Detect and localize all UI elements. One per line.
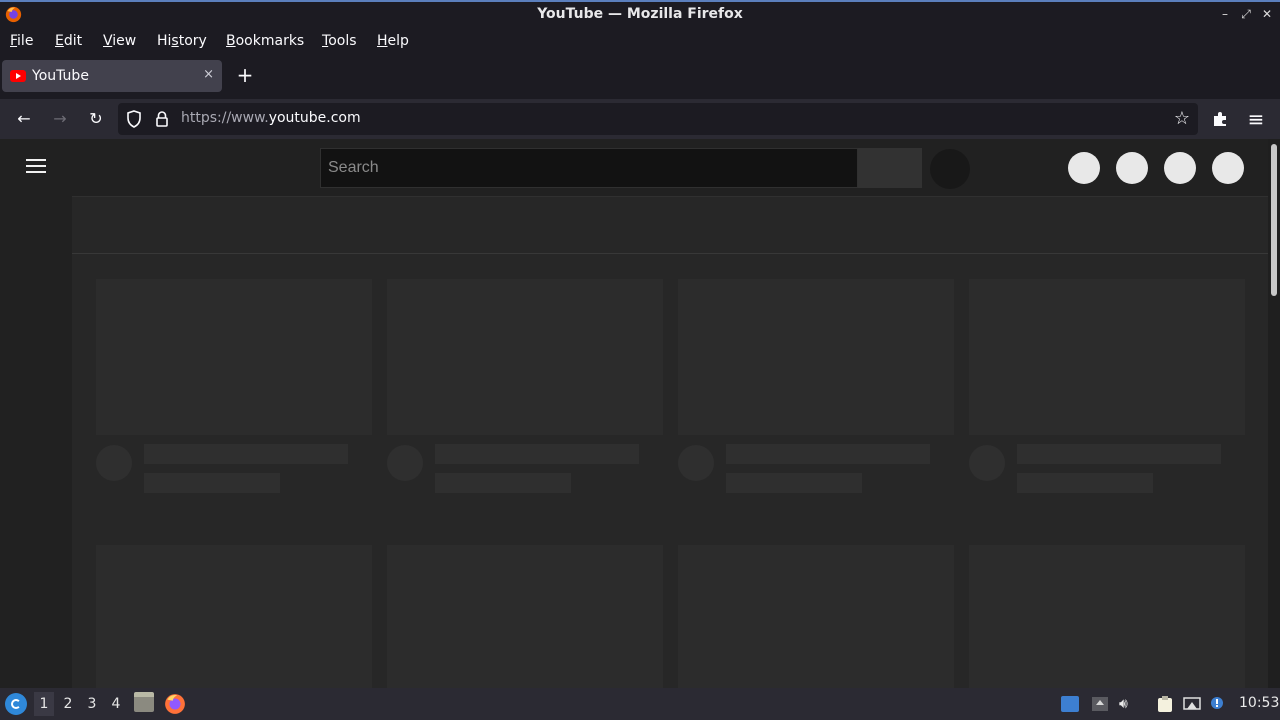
tab-label: YouTube <box>32 68 89 84</box>
video-thumbnail-placeholder <box>678 545 954 688</box>
header-placeholder-circle[interactable] <box>1164 152 1196 184</box>
meta-line-placeholder <box>144 473 280 493</box>
title-line-placeholder <box>1017 444 1221 464</box>
workspace-2[interactable]: 2 <box>58 692 78 716</box>
maximize-button[interactable]: ⤢ <box>1239 7 1253 21</box>
new-tab-button[interactable]: + <box>234 64 256 86</box>
channel-avatar-placeholder <box>96 445 132 481</box>
desktop-icon[interactable] <box>1061 696 1079 712</box>
header-placeholder-circle[interactable] <box>1068 152 1100 184</box>
close-window-button[interactable]: ✕ <box>1260 7 1274 21</box>
page-scrollbar[interactable] <box>1268 139 1280 688</box>
search-input[interactable] <box>321 149 857 187</box>
menu-help[interactable]: Help <box>377 33 409 49</box>
menu-file[interactable]: File <box>10 33 33 49</box>
video-thumbnail-placeholder <box>969 279 1245 435</box>
channel-avatar-placeholder <box>969 445 1005 481</box>
tab-strip: YouTube × + <box>0 54 1280 99</box>
scrollbar-thumb[interactable] <box>1271 144 1277 296</box>
tray-upload-icon[interactable] <box>1091 696 1109 712</box>
start-menu-icon[interactable] <box>5 693 27 715</box>
menu-edit[interactable]: Edit <box>55 33 82 49</box>
video-thumbnail-placeholder <box>678 279 954 435</box>
lock-icon[interactable] <box>155 111 169 127</box>
tab-close-button[interactable]: × <box>203 67 214 82</box>
guide-sidebar-placeholder <box>0 196 72 688</box>
url-bar[interactable]: https://www.youtube.com ☆ <box>118 103 1198 135</box>
firefox-taskbar-icon[interactable] <box>164 693 186 715</box>
clock[interactable]: 10:53 <box>1239 695 1279 711</box>
network-icon[interactable] <box>1183 696 1201 712</box>
voice-search-button[interactable] <box>930 149 970 189</box>
reload-button[interactable]: ↻ <box>85 108 107 130</box>
workspace-3[interactable]: 3 <box>82 692 102 716</box>
meta-line-placeholder <box>435 473 571 493</box>
tracking-protection-shield-icon[interactable] <box>126 110 142 128</box>
workspace-1[interactable]: 1 <box>34 692 54 716</box>
title-line-placeholder <box>435 444 639 464</box>
search-box[interactable] <box>320 148 858 188</box>
channel-avatar-placeholder <box>387 445 423 481</box>
bookmark-star-icon[interactable]: ☆ <box>1174 108 1190 129</box>
menu-bookmarks[interactable]: Bookmarks <box>226 33 304 49</box>
guide-menu-icon[interactable] <box>26 159 46 175</box>
video-thumbnail-placeholder <box>387 279 663 435</box>
tab-youtube[interactable]: YouTube × <box>2 60 222 92</box>
window-title: YouTube — Mozilla Firefox <box>537 6 743 22</box>
video-thumbnail-placeholder <box>96 545 372 688</box>
extensions-puzzle-icon[interactable] <box>1211 110 1229 128</box>
header-placeholder-circle[interactable] <box>1212 152 1244 184</box>
url-text[interactable]: https://www.youtube.com <box>181 110 361 126</box>
meta-line-placeholder <box>1017 473 1153 493</box>
navigation-bar: ← → ↻ https://www.youtube.com ☆ ≡ <box>0 99 1280 139</box>
notification-icon[interactable] <box>1209 696 1227 712</box>
window-titlebar: YouTube — Mozilla Firefox – ⤢ ✕ <box>0 0 1280 29</box>
chips-bar-placeholder <box>72 196 1268 254</box>
title-line-placeholder <box>144 444 348 464</box>
page-viewport <box>0 139 1280 688</box>
workspace-4[interactable]: 4 <box>106 692 126 716</box>
menu-history[interactable]: History <box>157 33 207 49</box>
taskbar: 1 2 3 4 🔊︎ 10:53 <box>0 688 1280 720</box>
title-line-placeholder <box>726 444 930 464</box>
video-thumbnail-placeholder <box>969 545 1245 688</box>
file-manager-icon[interactable] <box>134 692 154 712</box>
video-grid-skeleton <box>72 254 1268 688</box>
titlebar-accent-line <box>0 0 1280 2</box>
clipboard-icon[interactable] <box>1156 696 1174 712</box>
meta-line-placeholder <box>726 473 862 493</box>
channel-avatar-placeholder <box>678 445 714 481</box>
back-button[interactable]: ← <box>13 108 35 130</box>
app-menu-button[interactable]: ≡ <box>1245 108 1267 130</box>
menu-view[interactable]: View <box>103 33 136 49</box>
header-placeholder-circle[interactable] <box>1116 152 1148 184</box>
menu-tools[interactable]: Tools <box>322 33 357 49</box>
forward-button[interactable]: → <box>49 108 71 130</box>
youtube-header <box>0 139 1268 196</box>
volume-icon[interactable]: 🔊︎ <box>1119 696 1137 712</box>
video-thumbnail-placeholder <box>96 279 372 435</box>
search-button[interactable] <box>858 148 922 188</box>
video-thumbnail-placeholder <box>387 545 663 688</box>
youtube-favicon-icon <box>10 70 26 82</box>
menu-bar: File Edit View History Bookmarks Tools H… <box>0 29 1280 54</box>
minimize-button[interactable]: – <box>1218 7 1232 21</box>
